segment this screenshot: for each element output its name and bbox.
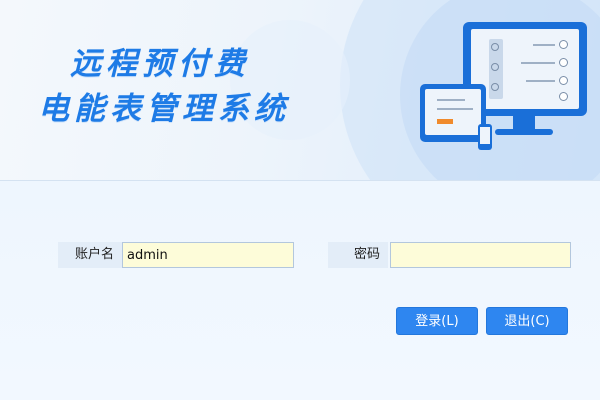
exit-button[interactable]: 退出(C): [486, 307, 568, 335]
username-input[interactable]: [122, 242, 294, 268]
tablet-illustration-icon: [420, 84, 486, 142]
app-title-line2: 电能表管理系统: [38, 91, 290, 127]
login-button[interactable]: 登录(L): [396, 307, 478, 335]
monitor-stand: [513, 116, 535, 130]
password-label: 密码: [328, 242, 388, 268]
app-title-line1: 远程预付费: [70, 46, 250, 82]
monitor-base: [495, 129, 553, 135]
password-input[interactable]: [390, 242, 571, 268]
header-banner: 远程预付费 电能表管理系统: [0, 0, 600, 181]
username-label: 账户名: [58, 242, 122, 268]
phone-illustration-icon: [478, 124, 492, 150]
